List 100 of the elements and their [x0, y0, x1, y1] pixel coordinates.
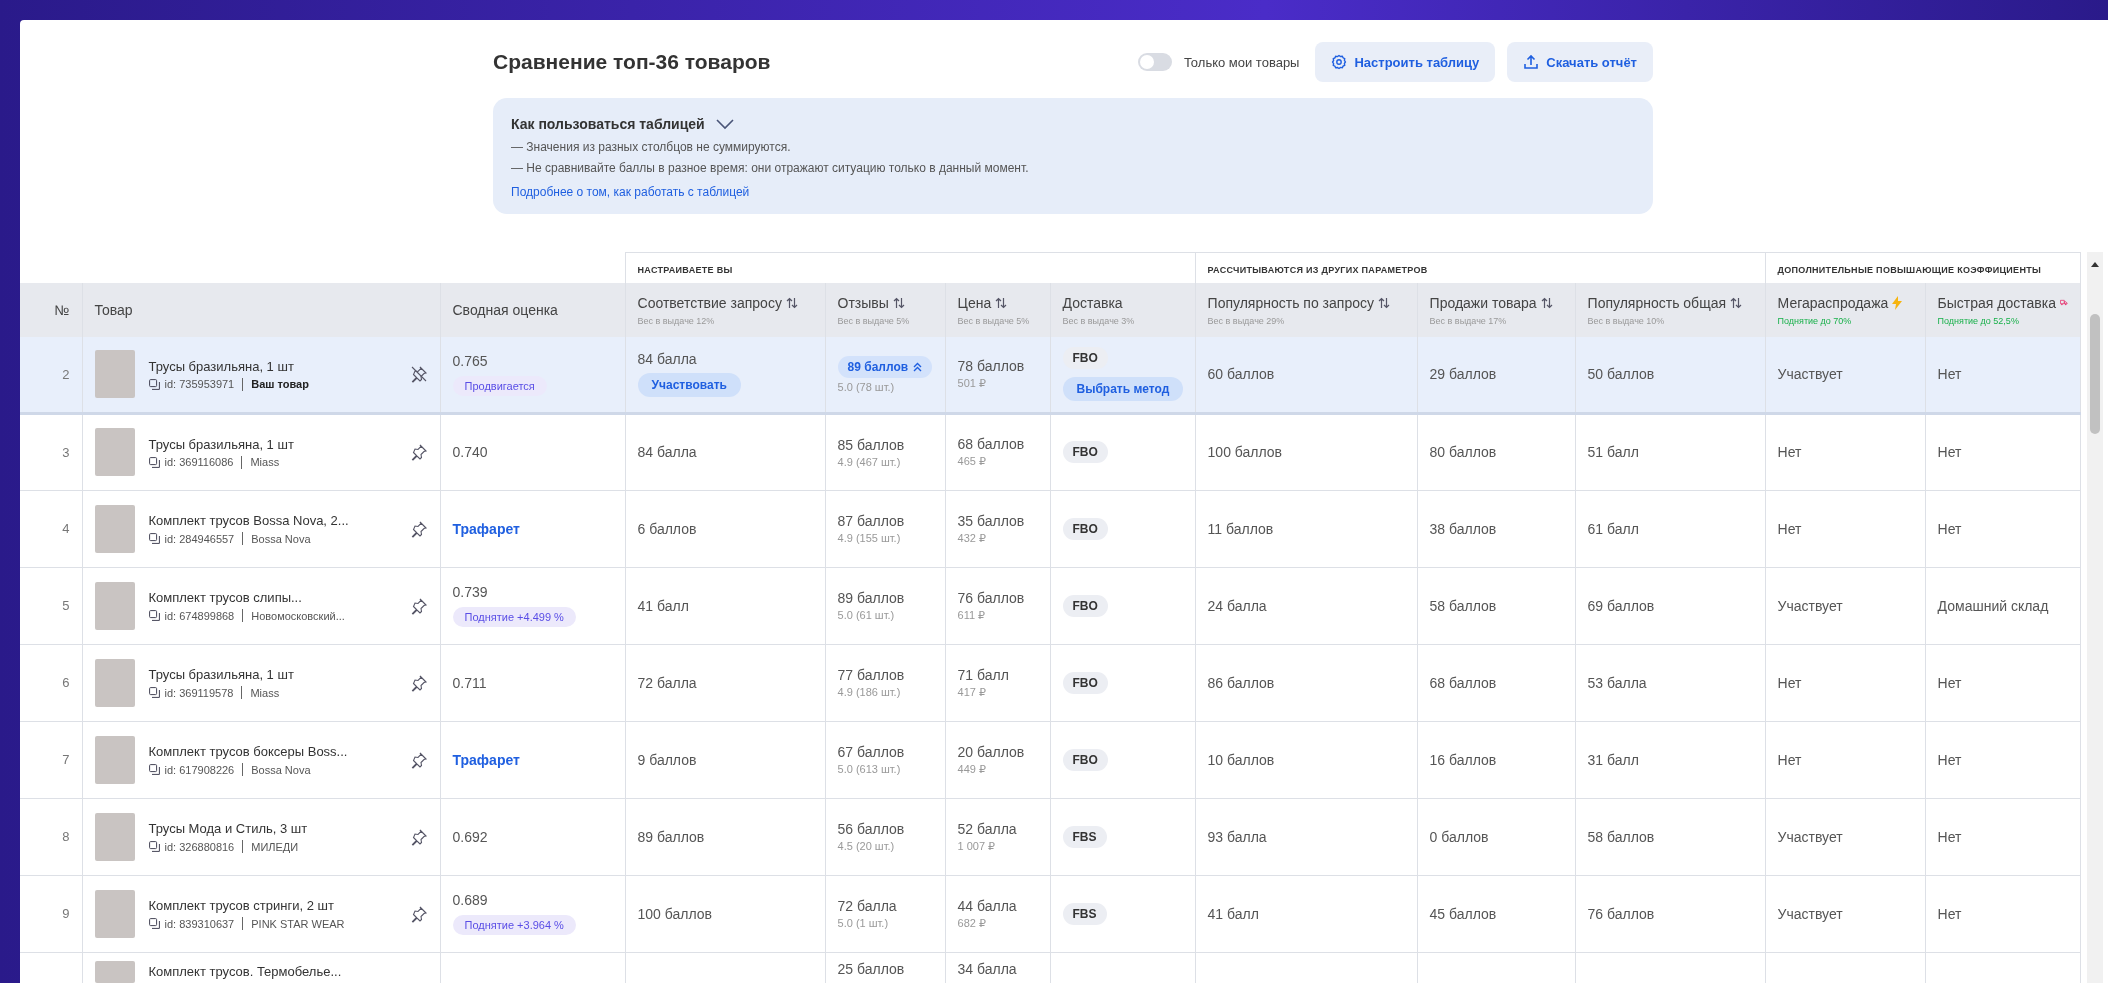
summary-score: 0.711	[452, 674, 488, 691]
sort-icon[interactable]	[1377, 296, 1390, 309]
table-cell: 68 баллов	[1429, 674, 1497, 691]
delivery-tag: FBO	[1062, 347, 1108, 370]
product-name[interactable]: Комплект трусов боксеры Boss...	[148, 744, 348, 759]
copy-icon[interactable]	[148, 841, 160, 852]
pin-icon[interactable]	[409, 443, 428, 461]
template-link[interactable]: Трафарет	[452, 751, 520, 768]
table-cell: Участвует	[1777, 597, 1843, 614]
column-header[interactable]: Соответствие запросу	[637, 294, 798, 311]
product-name[interactable]: Трусы бразильяна, 1 шт	[148, 667, 294, 682]
table-cell: 53 балла	[1587, 674, 1647, 691]
chevron-icon[interactable]	[714, 118, 735, 130]
download-button[interactable]: Скачать отчёт	[1507, 42, 1653, 82]
seller-name: Miass	[250, 686, 280, 699]
pin-icon[interactable]	[409, 904, 428, 923]
help-text: — Не сравнивайте баллы в разное время: они отражают ситуацию только в данный момент.	[511, 161, 1030, 175]
scrollbar-thumb[interactable]	[2089, 314, 2100, 434]
template-link[interactable]: Трафарет	[452, 520, 520, 537]
seller-name: Ваш товар	[251, 378, 309, 391]
copy-icon[interactable]	[148, 533, 160, 544]
table-cell: Нет	[1777, 520, 1802, 537]
copy-icon[interactable]	[148, 764, 160, 775]
settings-button[interactable]: Настроить таблицу	[1315, 42, 1496, 82]
sort-icon[interactable]	[892, 296, 905, 309]
table-cell: 29 баллов	[1429, 366, 1497, 383]
column-header[interactable]: Отзывы	[837, 294, 905, 311]
sort-icon[interactable]	[995, 296, 1008, 309]
table-cell-text: 84 балла	[637, 351, 698, 368]
table-cell-text: 41 балл	[637, 597, 690, 614]
table-cell-text: 72 балла	[637, 674, 698, 691]
unpin-icon[interactable]	[409, 365, 428, 384]
price-score: 20 баллов	[957, 743, 1026, 760]
price-value: 432 ₽	[957, 531, 987, 545]
column-header[interactable]: Продажи товара	[1429, 294, 1553, 311]
column-header[interactable]: Цена	[957, 294, 1008, 311]
column-note: Вес в выдаче 5%	[957, 315, 1031, 326]
column-header[interactable]: Популярность по запросу	[1207, 294, 1390, 311]
scroll-up-icon[interactable]	[2089, 260, 2100, 268]
sort-icon[interactable]	[1730, 296, 1743, 309]
table-cell: Нет	[1937, 751, 1962, 768]
photo-placeholder	[94, 960, 135, 983]
product-name[interactable]: Трусы бразильяна, 1 шт	[148, 358, 294, 374]
table-cell: 45 баллов	[1429, 905, 1497, 922]
sort-icon[interactable]	[785, 296, 798, 309]
toggle-switch[interactable]	[1137, 53, 1172, 71]
toggle-label: Только мои товары	[1183, 54, 1300, 70]
participate-button[interactable]: Участвовать	[637, 373, 741, 398]
delivery-tag: FBO	[1062, 517, 1108, 540]
column-group-label: РАССЧИТЫВАЮТСЯ ИЗ ДРУГИХ ПАРАМЕТРОВ	[1207, 265, 1428, 275]
pin-icon[interactable]	[409, 673, 428, 692]
copy-icon[interactable]	[148, 456, 160, 468]
pin-icon[interactable]	[409, 750, 428, 769]
copy-icon[interactable]	[148, 610, 160, 621]
product-name[interactable]: Трусы Мода и Стиль, 3 шт	[148, 821, 308, 836]
copy-icon[interactable]	[148, 687, 160, 698]
product-name[interactable]: Комплект трусов Bossa Nova, 2...	[148, 513, 349, 528]
table-cell: 58 баллов	[1429, 597, 1497, 614]
seller-name: Miass	[250, 456, 280, 468]
price-score: 35 баллов	[957, 512, 1026, 529]
product-name[interactable]: Трусы бразильяна, 1 шт	[148, 436, 294, 452]
table-cell: 11 баллов	[1207, 520, 1274, 537]
product-id: id: 735953971	[164, 378, 235, 391]
column-note: Вес в выдаче 3%	[1062, 315, 1136, 326]
pin-icon[interactable]	[409, 827, 428, 846]
reviews-score: 25 баллов	[837, 960, 905, 977]
copy-icon[interactable]	[148, 918, 160, 929]
table-cell: 69 баллов	[1587, 597, 1655, 614]
seller-name: МИЛЕДИ	[251, 840, 299, 853]
help-link[interactable]: Подробнее о том, как работать с таблицей	[511, 185, 750, 199]
product-name[interactable]: Комплект трусов стринги, 2 шт	[148, 898, 334, 913]
reviews-score: 77 баллов	[837, 667, 906, 683]
product-id: id: 674899868	[164, 609, 235, 622]
table-cell: Нет	[1937, 905, 1962, 922]
reviews-rating: 4.9 (186 шт.)	[837, 686, 902, 698]
price-value: 449 ₽	[957, 762, 987, 776]
reviews-score: 87 баллов	[837, 513, 906, 529]
copy-icon[interactable]	[148, 378, 160, 390]
table-cell: Участвует	[1777, 828, 1843, 845]
photo-placeholder	[94, 889, 135, 938]
photo-placeholder	[94, 428, 135, 476]
sort-icon[interactable]	[1540, 296, 1553, 309]
price-value: 611 ₽	[957, 608, 987, 622]
product-name[interactable]: Комплект трусов. Термобелье...	[148, 964, 342, 979]
price-value: 1 007 ₽	[957, 839, 997, 853]
table-cell: Участвует	[1777, 366, 1843, 383]
pin-icon[interactable]	[409, 596, 428, 615]
product-id: id: 369116086	[164, 456, 234, 468]
product-name[interactable]: Комплект трусов слипы...	[148, 590, 302, 605]
row-number: 8	[62, 829, 70, 844]
pin-icon[interactable]	[409, 519, 428, 538]
table-cell: 60 баллов	[1207, 366, 1275, 383]
column-header: Доставка	[1062, 294, 1123, 311]
table-cell: Домашний склад	[1937, 597, 2049, 614]
row-number: 6	[62, 675, 70, 690]
product-id: id: 326880816	[164, 840, 235, 853]
column-header[interactable]: Популярность общая	[1587, 294, 1743, 311]
choose-method-button[interactable]: Выбрать метод	[1062, 377, 1184, 402]
scrollbar[interactable]	[2086, 252, 2103, 983]
photo-placeholder	[94, 735, 135, 784]
